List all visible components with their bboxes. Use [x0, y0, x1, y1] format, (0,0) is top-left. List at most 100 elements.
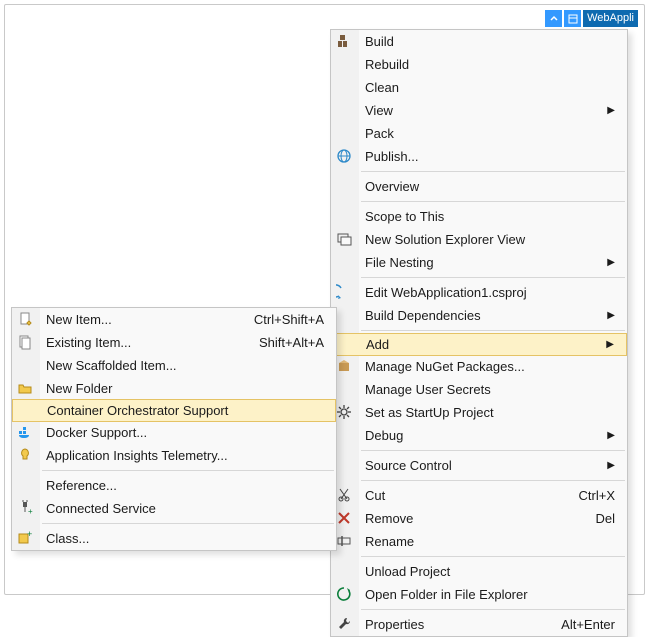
context-menu-add: New Item...Ctrl+Shift+AExisting Item...S… — [11, 307, 337, 551]
menu-item-rename[interactable]: Rename — [331, 530, 627, 553]
newfold-icon — [17, 380, 33, 396]
menu-item-new-scaffolded-item[interactable]: New Scaffolded Item... — [12, 354, 336, 377]
menu-item-open-folder-in-file-explorer[interactable]: Open Folder in File Explorer — [331, 583, 627, 606]
menu-item-label: Add — [366, 337, 594, 352]
menu-item-build[interactable]: Build — [331, 30, 627, 53]
menu-item-cut[interactable]: Cut Ctrl+X — [331, 484, 627, 507]
menu-item-label: Debug — [365, 428, 595, 443]
edit-icon — [336, 284, 352, 300]
menu-item-new-solution-explorer-view[interactable]: New Solution Explorer View — [331, 228, 627, 251]
window-frame: WebAppli e"/etre FertFe Fert- BuildRebui… — [4, 4, 645, 595]
toolstrip-tile-2[interactable] — [564, 10, 581, 27]
docker-icon — [17, 424, 33, 440]
menu-item-container-orchestrator-support[interactable]: Container Orchestrator Support — [12, 399, 336, 422]
menu-item-class[interactable]: + Class... — [12, 527, 336, 550]
nuget-icon — [336, 358, 352, 374]
menu-item-source-control[interactable]: Source Control▶ — [331, 454, 627, 477]
top-toolstrip: WebAppli — [543, 10, 638, 27]
menu-separator — [361, 450, 625, 451]
existing-icon — [17, 334, 33, 350]
menu-separator — [361, 330, 625, 331]
menu-item-build-dependencies[interactable]: Build Dependencies ▶ — [331, 304, 627, 327]
submenu-arrow-icon: ▶ — [607, 257, 615, 268]
svg-text:+: + — [27, 530, 32, 539]
menu-item-scope-to-this[interactable]: Scope to This — [331, 205, 627, 228]
menu-item-label: New Scaffolded Item... — [46, 358, 324, 373]
menu-item-label: Build Dependencies — [365, 308, 595, 323]
menu-item-reference[interactable]: Reference... — [12, 474, 336, 497]
menu-item-label: Class... — [46, 531, 324, 546]
menu-item-docker-support[interactable]: Docker Support... — [12, 421, 336, 444]
menu-item-file-nesting[interactable]: File Nesting▶ — [331, 251, 627, 274]
menu-item-edit-webapplication1-csproj[interactable]: Edit WebApplication1.csproj — [331, 281, 627, 304]
menu-item-new-item[interactable]: New Item...Ctrl+Shift+A — [12, 308, 336, 331]
menu-item-label: Docker Support... — [46, 425, 324, 440]
menu-item-label: Open Folder in File Explorer — [365, 587, 615, 602]
menu-item-shortcut: Ctrl+Shift+A — [254, 312, 324, 327]
menu-separator — [361, 201, 625, 202]
context-menu-main: Build RebuildCleanView▶ Pack Publish... Over… — [330, 29, 628, 637]
wrench-icon — [336, 616, 352, 632]
menu-item-view[interactable]: View▶ — [331, 99, 627, 122]
menu-item-label: Overview — [365, 179, 615, 194]
menu-item-label: Existing Item... — [46, 335, 235, 350]
menu-item-manage-nuget-packages[interactable]: Manage NuGet Packages... — [331, 355, 627, 378]
menu-item-shortcut: Alt+Enter — [561, 617, 615, 632]
menu-item-label: Edit WebApplication1.csproj — [365, 285, 615, 300]
openfold-icon — [336, 586, 352, 602]
menu-item-add[interactable]: Add ▶ — [331, 333, 627, 356]
menu-item-rebuild[interactable]: Rebuild — [331, 53, 627, 76]
submenu-arrow-icon: ▶ — [607, 430, 615, 441]
submenu-arrow-icon: ▶ — [606, 339, 614, 350]
remove-icon — [336, 510, 352, 526]
menu-item-label: Scope to This — [365, 209, 615, 224]
svg-text:+: + — [28, 507, 33, 516]
menu-item-label: Properties — [365, 617, 537, 632]
publish-icon — [336, 148, 352, 164]
toolstrip-tile-1[interactable] — [545, 10, 562, 27]
menu-item-label: Remove — [365, 511, 571, 526]
menu-item-label: New Solution Explorer View — [365, 232, 615, 247]
menu-item-existing-item[interactable]: Existing Item...Shift+Alt+A — [12, 331, 336, 354]
menu-item-label: Build — [365, 34, 615, 49]
menu-item-new-folder[interactable]: New Folder — [12, 377, 336, 400]
menu-item-label: Manage NuGet Packages... — [365, 359, 615, 374]
menu-item-debug[interactable]: Debug ▶ — [331, 424, 627, 447]
tab-fragment[interactable]: WebAppli — [583, 10, 638, 27]
cut-icon — [336, 487, 352, 503]
connsvc-icon: + — [17, 500, 33, 516]
menu-item-pack[interactable]: Pack — [331, 122, 627, 145]
menu-item-label: Pack — [365, 126, 615, 141]
submenu-arrow-icon: ▶ — [607, 310, 615, 321]
menu-item-label: Container Orchestrator Support — [47, 403, 323, 418]
menu-item-remove[interactable]: Remove Del — [331, 507, 627, 530]
submenu-arrow-icon: ▶ — [607, 460, 615, 471]
menu-separator — [361, 277, 625, 278]
menu-item-connected-service[interactable]: + Connected Service — [12, 497, 336, 520]
menu-item-shortcut: Del — [595, 511, 615, 526]
menu-separator — [361, 171, 625, 172]
menu-item-label: New Folder — [46, 381, 324, 396]
newitem-icon — [17, 311, 33, 327]
menu-item-publish[interactable]: Publish... — [331, 145, 627, 168]
gear-icon — [336, 404, 352, 420]
menu-separator — [42, 523, 334, 524]
menu-separator — [361, 609, 625, 610]
menu-item-manage-user-secrets[interactable]: Manage User Secrets — [331, 378, 627, 401]
menu-item-properties[interactable]: Properties Alt+Enter — [331, 613, 627, 636]
menu-item-label: Cut — [365, 488, 555, 503]
menu-separator — [361, 556, 625, 557]
menu-item-label: Manage User Secrets — [365, 382, 615, 397]
menu-item-shortcut: Ctrl+X — [579, 488, 615, 503]
menu-item-label: Set as StartUp Project — [365, 405, 615, 420]
menu-separator — [42, 470, 334, 471]
menu-item-clean[interactable]: Clean — [331, 76, 627, 99]
menu-item-set-as-startup-project[interactable]: Set as StartUp Project — [331, 401, 627, 424]
newwin-icon — [336, 231, 352, 247]
menu-item-label: Connected Service — [46, 501, 324, 516]
menu-item-application-insights-telemetry[interactable]: Application Insights Telemetry... — [12, 444, 336, 467]
menu-item-unload-project[interactable]: Unload Project — [331, 560, 627, 583]
rename-icon — [336, 533, 352, 549]
menu-item-overview[interactable]: Overview — [331, 175, 627, 198]
appins-icon — [17, 447, 33, 463]
